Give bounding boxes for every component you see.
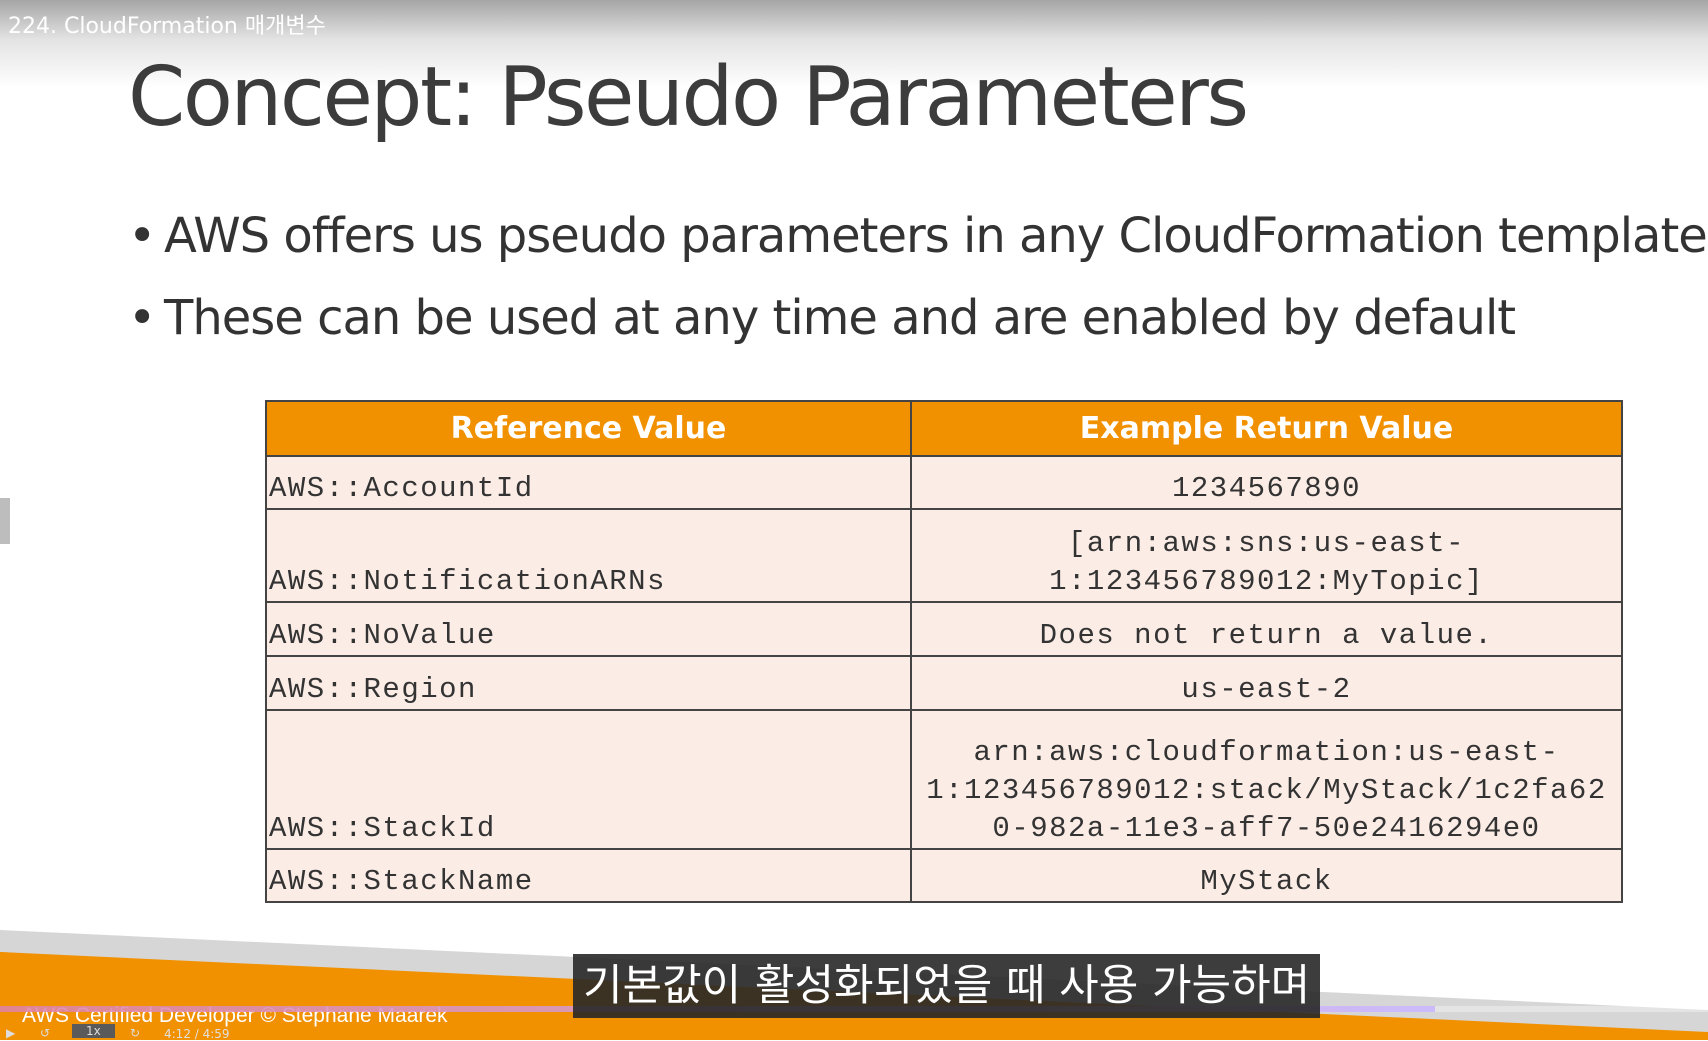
rewind-icon[interactable]: ↺ [40,1026,50,1040]
return-value-cell: us-east-2 [910,655,1623,711]
return-value-cell: 1234567890 [910,455,1623,510]
time-display: 4:12 / 4:59 [164,1027,230,1041]
bullet-item: • AWS offers us pseudo parameters in any … [128,208,1708,264]
return-value-cell: arn:aws:cloudformation:us-east- 1:123456… [910,709,1623,850]
pseudo-parameters-table: Reference Value Example Return Value AWS… [265,400,1623,903]
reference-cell: AWS::NotificationARNs [265,508,912,603]
header-example-return-value: Example Return Value [910,400,1623,457]
return-value-line: us-east-2 [1181,673,1352,706]
return-value-cell: Does not return a value. [910,601,1623,657]
table-row: AWS::AccountId 1234567890 [265,455,1623,510]
header-reference-value: Reference Value [265,400,912,457]
reference-cell: AWS::StackId [265,709,912,850]
return-value-cell: [arn:aws:sns:us-east- 1:123456789012:MyT… [910,508,1623,603]
slide-title: Concept: Pseudo Parameters [128,50,1249,145]
return-value-line: Does not return a value. [1039,619,1494,652]
side-panel-handle[interactable] [0,498,10,544]
bullet-text: AWS offers us pseudo parameters in any C… [164,208,1708,264]
return-value-line: 0-982a-11e3-aff7-50e2416294e0 [992,812,1541,845]
play-icon[interactable]: ▶ [6,1026,15,1040]
reference-cell: AWS::AccountId [265,455,912,510]
bullet-dot: • [128,208,156,264]
table-row: AWS::NoValue Does not return a value. [265,601,1623,657]
table-header-row: Reference Value Example Return Value [265,400,1623,457]
reference-cell: AWS::StackName [265,848,912,903]
reference-cell: AWS::NoValue [265,601,912,657]
forward-icon[interactable]: ↻ [130,1026,140,1040]
return-value-cell: MyStack [910,848,1623,903]
speed-button[interactable]: 1x [72,1024,115,1038]
reference-cell: AWS::Region [265,655,912,711]
subtitle-caption: 기본값이 활성화되었을 때 사용 가능하며 [573,954,1321,1018]
bullet-dot: • [128,290,156,346]
table-row: AWS::Region us-east-2 [265,655,1623,711]
player-controls: ▶ ↺ 1x ↻ [0,1024,1708,1040]
return-value-line: 1234567890 [1171,472,1362,505]
bullet-item: • These can be used at any time and are e… [128,290,1516,346]
return-value-line: 1:123456789012:stack/MyStack/1c2fa62 [926,774,1607,807]
return-value-line: MyStack [1200,865,1333,898]
return-value-line: [arn:aws:sns:us-east- [1068,527,1465,560]
table-row: AWS::StackName MyStack [265,848,1623,903]
return-value-line: 1:123456789012:MyTopic] [1049,565,1484,598]
video-title: 224. CloudFormation 매개변수 [8,14,326,39]
table-row: AWS::NotificationARNs [arn:aws:sns:us-ea… [265,508,1623,603]
return-value-line: arn:aws:cloudformation:us-east- [973,736,1560,769]
bullet-text: These can be used at any time and are en… [164,290,1516,346]
table-row: AWS::StackId arn:aws:cloudformation:us-e… [265,709,1623,850]
